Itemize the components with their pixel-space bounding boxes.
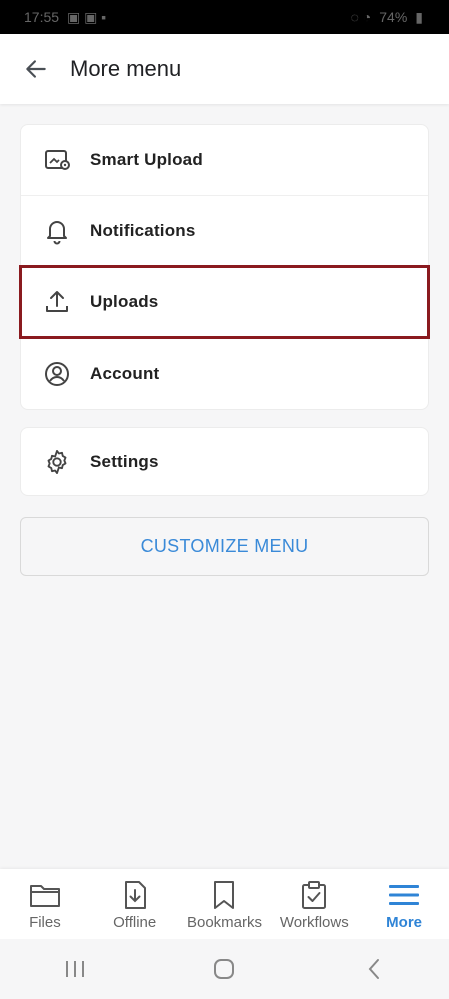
menu-card-settings: Settings (20, 427, 429, 496)
menu-item-uploads[interactable]: Uploads (19, 265, 430, 339)
bottom-navigation: Files Offline Bookmarks Workflows More (0, 869, 449, 939)
menu-card-main: Smart Upload Notifications Uploads Accou… (19, 124, 430, 410)
nav-item-offline[interactable]: Offline (90, 879, 180, 931)
hamburger-menu-icon (388, 879, 420, 911)
clipboard-check-icon (300, 879, 328, 911)
smart-upload-icon (43, 146, 71, 174)
page-title: More menu (70, 56, 182, 81)
nav-item-workflows[interactable]: Workflows (269, 879, 359, 931)
nav-label: More (386, 914, 422, 931)
menu-item-smart-upload[interactable]: Smart Upload (21, 125, 428, 196)
recent-apps-button[interactable] (45, 949, 105, 989)
menu-item-label: Account (90, 363, 160, 383)
bookmark-icon (212, 879, 236, 911)
folder-icon (29, 879, 61, 911)
nav-label: Files (29, 914, 61, 931)
recent-apps-icon (65, 961, 84, 977)
highlight-box (19, 265, 430, 339)
nav-item-files[interactable]: Files (0, 879, 90, 931)
menu-item-label: Notifications (90, 221, 196, 240)
account-icon (43, 360, 71, 388)
nav-label: Workflows (279, 914, 349, 931)
menu-item-notifications[interactable]: Notifications (21, 196, 428, 267)
battery-text: 74% (379, 9, 408, 25)
nav-item-bookmarks[interactable]: Bookmarks (180, 879, 270, 931)
gear-icon (43, 448, 71, 476)
bell-icon (43, 217, 71, 245)
status-time: 17:55 (24, 9, 60, 25)
offline-download-icon (121, 879, 149, 911)
battery-icon: ▮ (415, 8, 423, 25)
home-button[interactable] (194, 949, 254, 989)
upload-icon (43, 288, 71, 316)
menu-item-settings[interactable]: Settings (21, 428, 428, 495)
back-arrow-icon (26, 60, 46, 78)
signal-icons: ◌ ◔ (350, 9, 372, 25)
menu-item-account[interactable]: Account (21, 338, 428, 409)
notification-icons: ▣ ▣ ▪ (67, 8, 107, 25)
nav-label: Bookmarks (186, 914, 262, 931)
nav-label: Offline (113, 914, 157, 931)
system-navigation-bar (0, 939, 449, 999)
chevron-left-icon (368, 959, 380, 979)
home-icon (214, 959, 235, 979)
menu-item-label: Smart Upload (90, 150, 203, 169)
status-bar: 17:55 ▣ ▣ ▪ ◌ ◔ 74% ▮ (0, 0, 449, 34)
app-bar: More menu (0, 34, 449, 104)
customize-menu-button[interactable]: CUSTOMIZE MENU (20, 517, 429, 576)
system-back-button[interactable] (344, 949, 404, 989)
menu-item-label: Uploads (90, 292, 159, 311)
menu-item-label: Settings (90, 451, 159, 471)
nav-item-more[interactable]: More (359, 879, 449, 931)
back-button[interactable] (18, 51, 54, 87)
